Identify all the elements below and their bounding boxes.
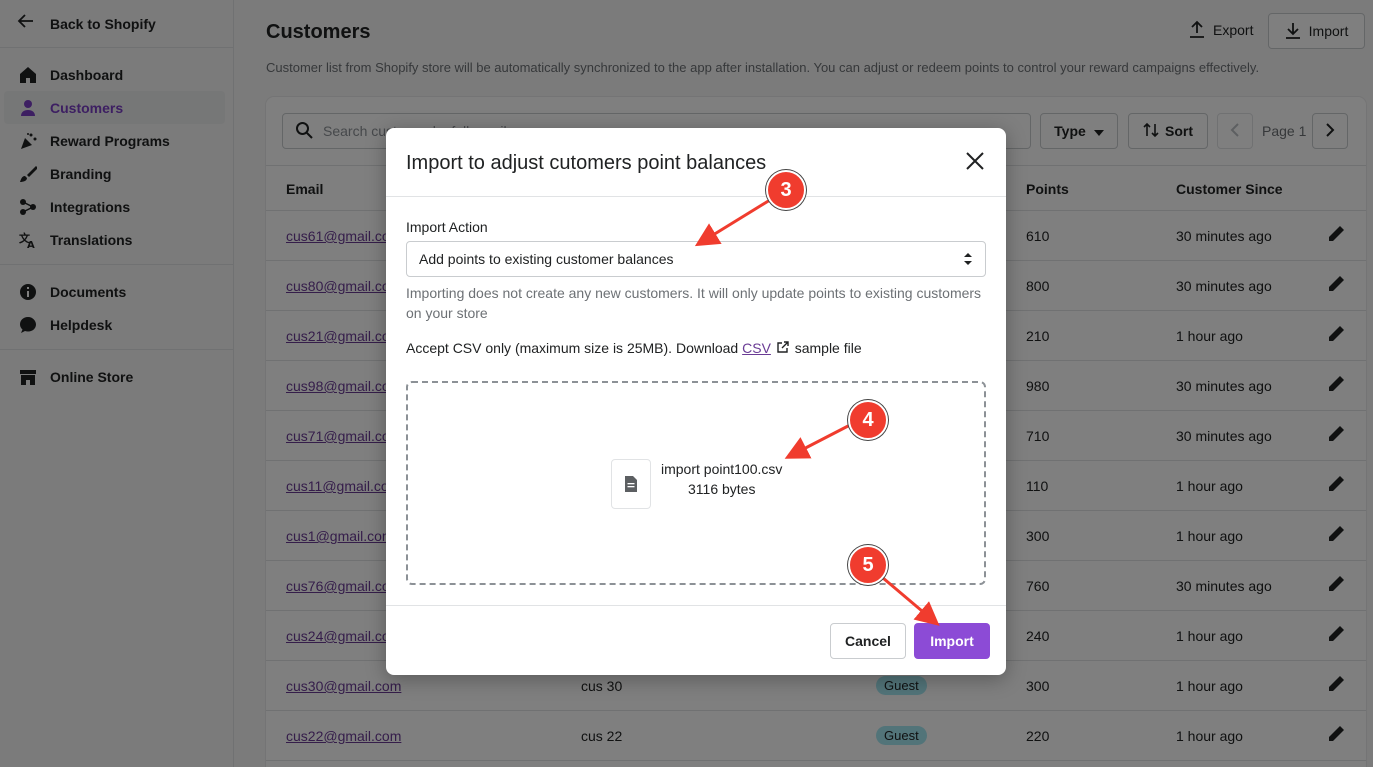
import-help-text: Importing does not create any new custom…	[406, 285, 982, 321]
step-marker-4: 4	[848, 400, 888, 440]
file-icon	[611, 459, 651, 509]
file-name: import point100.csv	[661, 461, 783, 477]
accept-info: Accept CSV only (maximum size is 25MB). …	[406, 340, 862, 356]
modal-title: Import to adjust cutomers point balances	[406, 152, 767, 174]
file-size: 3116 bytes	[688, 481, 756, 497]
import-action-label: Import Action	[406, 219, 488, 235]
cancel-button[interactable]: Cancel	[830, 623, 906, 659]
import-submit-button[interactable]: Import	[914, 623, 990, 659]
file-dropzone[interactable]: import point100.csv 3116 bytes	[406, 381, 986, 585]
modal-footer: Cancel Import	[386, 605, 1006, 675]
import-action-select[interactable]: Add points to existing customer balances	[406, 241, 986, 277]
step-marker-3: 3	[766, 170, 806, 210]
import-modal: Import to adjust cutomers point balances…	[386, 128, 1006, 675]
step-marker-5: 5	[848, 545, 888, 585]
csv-sample-link[interactable]: CSV	[742, 340, 771, 356]
import-action-value: Add points to existing customer balances	[419, 251, 674, 267]
accept-suffix: sample file	[794, 340, 862, 356]
modal-header: Import to adjust cutomers point balances	[386, 128, 1006, 197]
select-arrows-icon	[963, 251, 973, 270]
accept-prefix: Accept CSV only (maximum size is 25MB). …	[406, 340, 739, 356]
external-link-icon	[777, 340, 789, 356]
close-icon[interactable]	[964, 150, 986, 172]
